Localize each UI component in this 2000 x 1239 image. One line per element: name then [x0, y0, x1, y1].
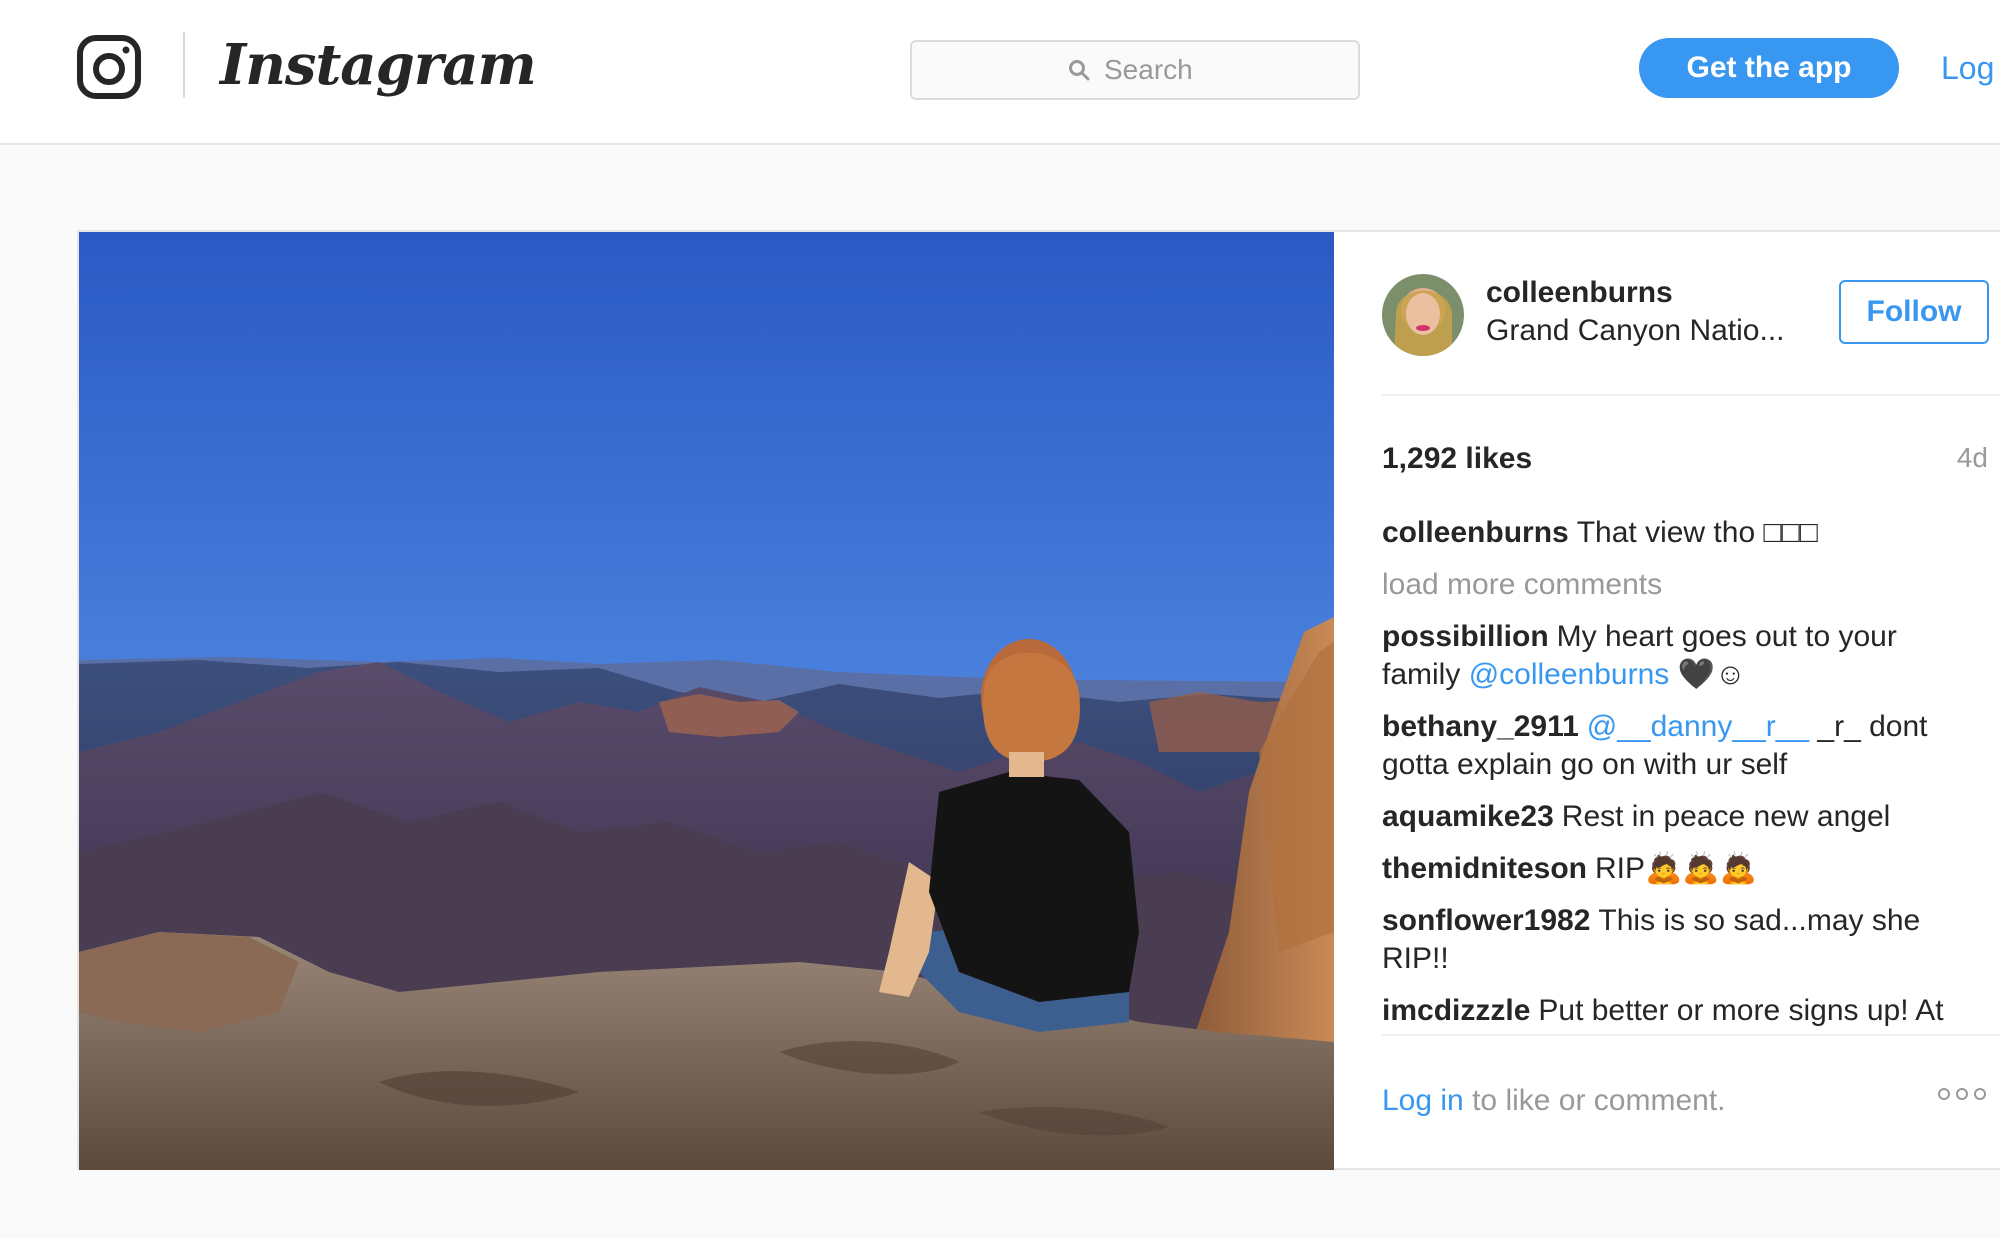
likes-count[interactable]: 1,292 likes [1382, 442, 1532, 476]
top-navigation-bar: Instagram Get the app Log [0, 0, 2000, 145]
logo-divider [183, 32, 185, 98]
post-location[interactable]: Grand Canyon Natio... [1486, 314, 1785, 348]
dot [1974, 1088, 1986, 1100]
search-input[interactable] [1102, 53, 1202, 87]
comment-item: possibillion My heart goes out to your fa… [1382, 618, 1982, 694]
comment-text: Rest in peace new angel [1561, 800, 1891, 833]
comment-mention[interactable]: @colleenburns [1469, 658, 1670, 691]
footer-divider [1382, 1034, 2000, 1036]
comment-mention[interactable]: @__danny__r__ [1587, 710, 1809, 743]
comment-username[interactable]: sonflower1982 [1382, 904, 1590, 937]
post-card: colleenburns Grand Canyon Natio... Follo… [77, 230, 2000, 1170]
post-side-panel: colleenburns Grand Canyon Natio... Follo… [1334, 232, 2000, 1170]
login-prompt-text: to like or comment. [1463, 1084, 1726, 1117]
comment-username[interactable]: possibillion [1382, 620, 1549, 653]
load-more-comments-link[interactable]: load more comments [1382, 566, 1982, 604]
comment-item: aquamike23 Rest in peace new angel [1382, 798, 1982, 836]
comment-item: themidniteson RIP🙇🙇🙇 [1382, 850, 1982, 888]
search-icon [1069, 60, 1090, 81]
comment-username[interactable]: themidniteson [1382, 852, 1587, 885]
comment-username[interactable]: aquamike23 [1382, 800, 1554, 833]
author-username[interactable]: colleenburns [1486, 276, 1673, 310]
login-link[interactable]: Log [1941, 44, 1994, 92]
comment-item: sonflower1982 This is so sad...may she RI… [1382, 902, 1982, 978]
get-the-app-button[interactable]: Get the app [1639, 38, 1899, 98]
post-photo[interactable] [79, 232, 1334, 1170]
comment-tail: 🖤☺ [1669, 658, 1746, 691]
dot [1956, 1088, 1968, 1100]
search-box[interactable] [910, 40, 1360, 100]
dot [1938, 1088, 1950, 1100]
more-options-icon[interactable] [1938, 1088, 1986, 1100]
instagram-logo-icon[interactable] [76, 34, 142, 100]
comment-text: Put better or more signs up! At [1538, 994, 1944, 1027]
comments-list: colleenburns That view tho □□□ load more … [1382, 514, 1982, 1034]
comment-username[interactable]: bethany_2911 [1382, 710, 1579, 743]
comment-text: RIP🙇🙇🙇 [1595, 852, 1758, 885]
post-age[interactable]: 4d [1957, 442, 1988, 474]
login-prompt-link[interactable]: Log in [1382, 1084, 1464, 1117]
follow-button[interactable]: Follow [1839, 280, 1989, 344]
caption-text: That view tho □□□ [1576, 516, 1818, 549]
comment-item: bethany_2911 @__danny__r__ _r_ dont gotta… [1382, 708, 1982, 784]
caption: colleenburns That view tho □□□ [1382, 514, 1982, 552]
login-prompt: Log in to like or comment. [1382, 1084, 1726, 1118]
author-avatar[interactable] [1382, 274, 1464, 356]
comment-username[interactable]: imcdizzzle [1382, 994, 1530, 1027]
comment-item: imcdizzzle Put better or more signs up! A… [1382, 992, 1982, 1030]
instagram-wordmark[interactable]: Instagram [220, 30, 537, 100]
caption-username[interactable]: colleenburns [1382, 516, 1569, 549]
header-divider [1382, 394, 2000, 396]
